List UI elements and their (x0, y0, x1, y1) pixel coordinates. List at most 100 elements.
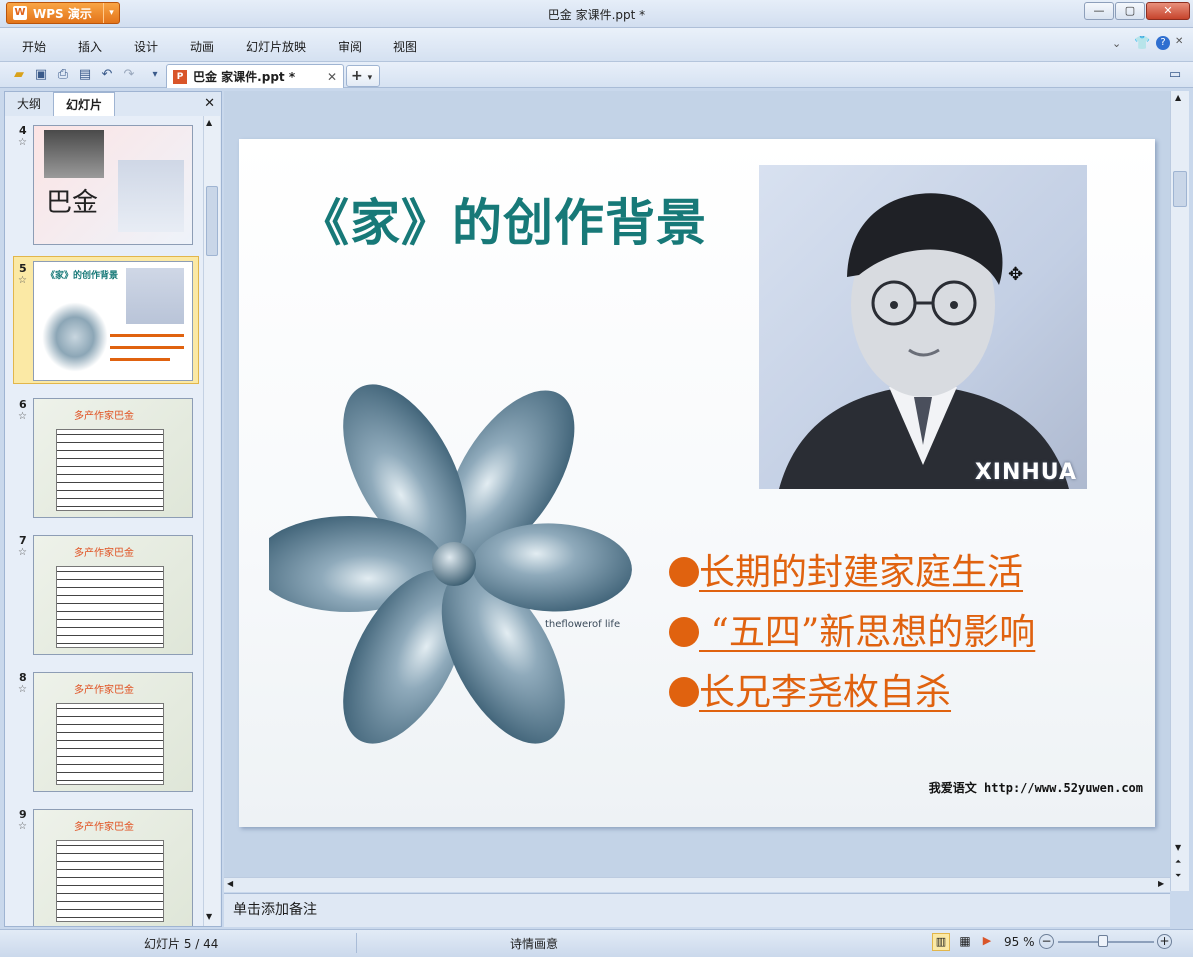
zoom-out-button[interactable]: − (1039, 934, 1054, 949)
menu-slideshow[interactable]: 幻灯片放映 (246, 38, 306, 55)
menu-animation[interactable]: 动画 (190, 38, 214, 55)
slide-title[interactable]: 《家》的创作背景 (299, 183, 707, 255)
thumbnail-scrollbar[interactable]: ▲ ▼ (203, 116, 220, 926)
bullet-text-1: 长期的封建家庭生活 (699, 552, 1024, 593)
scroll-up-icon[interactable]: ▲ (1175, 93, 1181, 102)
bullet-text-2: “五四”新思想的影响 (699, 612, 1036, 653)
slide-footer: 我爱语文 http://www.52yuwen.com (929, 779, 1143, 796)
thumbnail-number: 5 (19, 262, 27, 275)
slide-horizontal-scrollbar[interactable]: ◀ ▶ (224, 877, 1170, 892)
scroll-thumb[interactable] (1173, 171, 1187, 207)
slide-thumbnail-5[interactable]: 《家》的创作背景 (33, 261, 193, 381)
thumbnail-number: 9 (19, 808, 27, 821)
chevron-down-icon: ▾ (367, 73, 373, 83)
scroll-thumb[interactable] (206, 186, 218, 256)
redo-icon[interactable]: ↷ (120, 66, 138, 84)
portrait-thumb (126, 268, 184, 324)
animation-star-icon: ☆ (18, 821, 27, 832)
zoom-level: 95 % (1004, 935, 1035, 949)
bullet-link-2[interactable]: “五四”新思想的影响 (669, 603, 1035, 655)
tab-slides[interactable]: 幻灯片 (53, 92, 115, 116)
scroll-down-icon[interactable]: ▼ (206, 912, 212, 921)
save-icon[interactable]: ▣ (32, 66, 50, 84)
close-panel-icon[interactable]: ✕ (204, 96, 215, 111)
scroll-right-icon[interactable]: ▶ (1158, 879, 1164, 888)
bullet-dot-icon (669, 617, 699, 647)
window-layout-icon[interactable]: ▭ (1166, 66, 1184, 84)
bullet-line-thumb (110, 346, 184, 349)
slide-panel: 大纲 幻灯片 ✕ 4 ☆ 巴金 5 ☆ 《家》的创作背景 6 ☆ 多产作家巴金 (4, 91, 222, 927)
options-icon[interactable]: ✕ (1175, 36, 1183, 47)
menu-home[interactable]: 开始 (22, 38, 46, 55)
scroll-up-icon[interactable]: ▲ (206, 118, 212, 127)
flower-thumb (42, 302, 108, 372)
thumbnail-number: 8 (19, 671, 27, 684)
menu-view[interactable]: 视图 (393, 38, 417, 55)
scroll-down-icon[interactable]: ▼ (1175, 843, 1181, 852)
minimize-button[interactable]: — (1084, 2, 1114, 20)
slide-thumbnail-7[interactable]: 多产作家巴金 (33, 535, 193, 655)
close-window-button[interactable]: ✕ (1146, 2, 1190, 20)
thumbnail-number: 6 (19, 398, 27, 411)
slide-vertical-scrollbar[interactable]: ▲ ▼ ⏶ ⏷ (1170, 91, 1189, 891)
move-cursor-icon: ✥ (1008, 264, 1024, 285)
text-block-thumb (56, 840, 164, 922)
status-divider (356, 933, 357, 953)
previous-slide-icon[interactable]: ⏶ (1175, 857, 1181, 867)
maximize-button[interactable]: ▢ (1115, 2, 1145, 20)
animation-star-icon: ☆ (18, 137, 27, 148)
new-tab-button[interactable]: + ▾ (346, 65, 380, 87)
title-bar: W WPS 演示 ▾ 巴金 家课件.ppt * — ▢ ✕ (0, 0, 1193, 28)
slide-thumbnail-8[interactable]: 多产作家巴金 (33, 672, 193, 792)
thumbnail-title: 多产作家巴金 (74, 411, 134, 422)
slide-counter: 幻灯片 5 / 44 (144, 937, 219, 951)
thumbnail-title: 多产作家巴金 (74, 822, 134, 833)
zoom-in-button[interactable]: + (1157, 934, 1172, 949)
flower-center (432, 542, 476, 586)
skin-icon[interactable]: 👕 (1134, 36, 1150, 51)
portrait-figure (779, 193, 1069, 489)
quick-access-toolbar: ▰ ▣ ⎙ ▤ ↶ ↷ ▾ P 巴金 家课件.ppt * ✕ + ▾ ▭ (0, 62, 1193, 88)
help-icon[interactable]: ? (1156, 36, 1170, 50)
notes-pane[interactable]: 单击添加备注 (224, 893, 1170, 927)
current-slide[interactable]: 《家》的创作背景 theflowerof life XINHUA 长期的封建家庭… (239, 139, 1155, 827)
bullet-link-1[interactable]: 长期的封建家庭生活 (669, 543, 1023, 595)
slide-sorter-icon[interactable]: ▦ (956, 933, 974, 951)
portrait-thumb (118, 160, 184, 232)
notes-placeholder: 单击添加备注 (233, 902, 317, 918)
thumbnail-number: 4 (19, 124, 27, 137)
tab-outline[interactable]: 大纲 (5, 92, 53, 116)
close-tab-icon[interactable]: ✕ (327, 70, 337, 84)
open-folder-icon[interactable]: ▰ (10, 66, 28, 84)
slide-thumbnail-9[interactable]: 多产作家巴金 (33, 809, 193, 926)
print-preview-icon[interactable]: ▤ (76, 66, 94, 84)
text-block-thumb (56, 703, 164, 785)
thumbnail-title: 多产作家巴金 (74, 548, 134, 559)
scroll-left-icon[interactable]: ◀ (227, 879, 233, 888)
ppt-file-icon: P (173, 69, 187, 84)
slide-thumbnail-4[interactable]: 巴金 (33, 125, 193, 245)
portrait-image[interactable]: XINHUA (759, 165, 1087, 489)
undo-icon[interactable]: ↶ (98, 66, 116, 84)
normal-view-icon[interactable]: ▥ (932, 933, 950, 951)
status-bar: 幻灯片 5 / 44 诗情画意 ▥ ▦ ▶ 95 % − + (0, 929, 1193, 957)
bullet-line-thumb (110, 358, 170, 361)
text-block-thumb (56, 429, 164, 511)
animation-star-icon: ☆ (18, 684, 27, 695)
menu-review[interactable]: 审阅 (338, 38, 362, 55)
print-icon[interactable]: ⎙ (54, 66, 72, 84)
text-block-thumb (56, 566, 164, 648)
zoom-slider-thumb[interactable] (1098, 935, 1108, 947)
bullet-link-3[interactable]: 长兄李尧枚自杀 (669, 663, 951, 715)
animation-star-icon: ☆ (18, 547, 27, 558)
next-slide-icon[interactable]: ⏷ (1175, 871, 1181, 881)
slideshow-icon[interactable]: ▶ (978, 933, 996, 951)
toolbar-dropdown-icon[interactable]: ▾ (146, 66, 164, 84)
bullet-text-3: 长兄李尧枚自杀 (699, 672, 952, 713)
collapse-ribbon-icon[interactable]: ⌄ (1112, 37, 1121, 50)
menu-design[interactable]: 设计 (134, 38, 158, 55)
slide-thumbnail-6[interactable]: 多产作家巴金 (33, 398, 193, 518)
document-tab[interactable]: P 巴金 家课件.ppt * ✕ (166, 64, 344, 88)
menu-insert[interactable]: 插入 (78, 38, 102, 55)
animation-star-icon: ☆ (18, 411, 27, 422)
